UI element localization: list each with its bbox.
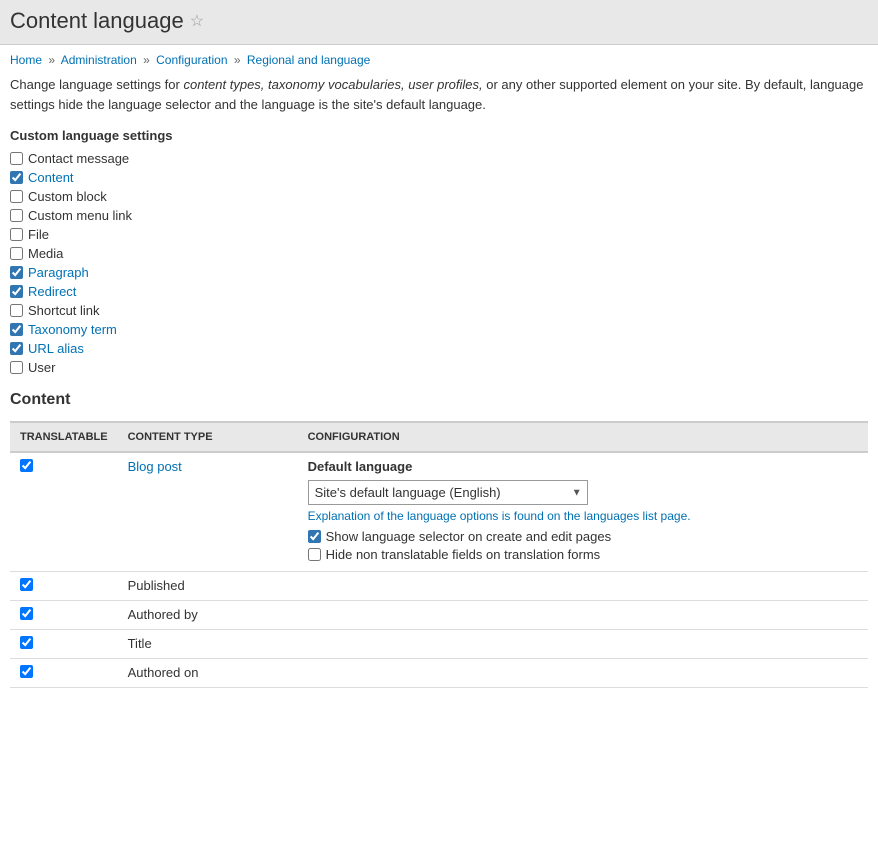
checkbox-paragraph: Paragraph [10, 265, 868, 280]
custom-menu-link-checkbox[interactable] [10, 209, 23, 222]
table-row-title: Title [10, 630, 868, 659]
page-title: Content language ☆ [10, 8, 868, 34]
breadcrumb: Home » Administration » Configuration » … [10, 53, 868, 67]
custom-block-label: Custom block [28, 189, 107, 204]
blog-post-configuration: Default language Site's default language… [298, 452, 868, 572]
taxonomy-term-label: Taxonomy term [28, 322, 117, 337]
checkbox-custom-menu-link: Custom menu link [10, 208, 868, 223]
custom-language-settings: Custom language settings Contact message… [10, 128, 868, 375]
authored-by-translatable-checkbox[interactable] [20, 607, 33, 620]
redirect-label: Redirect [28, 284, 76, 299]
default-language-select-wrapper: Site's default language (English)English… [308, 480, 588, 505]
blog-post-translatable-checkbox[interactable] [20, 459, 33, 472]
checkbox-url-alias: URL alias [10, 341, 868, 356]
checkbox-taxonomy-term: Taxonomy term [10, 322, 868, 337]
default-language-label: Default language [308, 459, 858, 474]
content-label: Content [28, 170, 74, 185]
checkbox-file: File [10, 227, 868, 242]
authored-on-content-type: Authored on [118, 659, 298, 688]
authored-by-configuration [298, 601, 868, 630]
languages-list-link[interactable]: languages list page. [584, 509, 691, 523]
contact-message-checkbox[interactable] [10, 152, 23, 165]
title-translatable [10, 630, 118, 659]
custom-block-checkbox[interactable] [10, 190, 23, 203]
page-description: Change language settings for content typ… [10, 75, 868, 114]
checkbox-custom-block: Custom block [10, 189, 868, 204]
custom-language-heading: Custom language settings [10, 128, 868, 143]
published-translatable [10, 572, 118, 601]
col-header-translatable: TRANSLATABLE [10, 422, 118, 452]
content-table: TRANSLATABLE CONTENT TYPE CONFIGURATION … [10, 421, 868, 688]
user-label: User [28, 360, 55, 375]
favorite-icon[interactable]: ☆ [190, 11, 204, 31]
content-checkbox[interactable] [10, 171, 23, 184]
table-row-published: Published [10, 572, 868, 601]
title-configuration [298, 630, 868, 659]
paragraph-checkbox[interactable] [10, 266, 23, 279]
title-content-type: Title [118, 630, 298, 659]
breadcrumb-home[interactable]: Home [10, 53, 42, 67]
breadcrumb-configuration[interactable]: Configuration [156, 53, 227, 67]
authored-on-translatable-checkbox[interactable] [20, 665, 33, 678]
authored-on-configuration [298, 659, 868, 688]
page-content: Home » Administration » Configuration » … [0, 45, 878, 696]
authored-by-content-type: Authored by [118, 601, 298, 630]
shortcut-link-label: Shortcut link [28, 303, 100, 318]
show-language-selector-checkbox[interactable] [308, 530, 321, 543]
show-language-selector-item: Show language selector on create and edi… [308, 529, 858, 544]
default-language-select[interactable]: Site's default language (English)English… [308, 480, 588, 505]
breadcrumb-regional[interactable]: Regional and language [247, 53, 370, 67]
blog-post-link[interactable]: Blog post [128, 459, 182, 474]
blog-post-translatable [10, 452, 118, 572]
table-row-blog-post: Blog post Default language Site's defaul… [10, 452, 868, 572]
media-label: Media [28, 246, 63, 261]
content-section: Content TRANSLATABLE CONTENT TYPE CONFIG… [10, 391, 868, 688]
contact-message-label: Contact message [28, 151, 129, 166]
checkbox-redirect: Redirect [10, 284, 868, 299]
table-row-authored-by: Authored by [10, 601, 868, 630]
col-header-configuration: CONFIGURATION [298, 422, 868, 452]
checkbox-contact-message: Contact message [10, 151, 868, 166]
checkbox-user: User [10, 360, 868, 375]
title-translatable-checkbox[interactable] [20, 636, 33, 649]
checkbox-content: Content [10, 170, 868, 185]
col-header-content-type: CONTENT TYPE [118, 422, 298, 452]
language-explanation: Explanation of the language options is f… [308, 509, 858, 523]
checkbox-media: Media [10, 246, 868, 261]
user-checkbox[interactable] [10, 361, 23, 374]
breadcrumb-administration[interactable]: Administration [61, 53, 137, 67]
published-configuration [298, 572, 868, 601]
paragraph-label: Paragraph [28, 265, 89, 280]
show-language-selector-label: Show language selector on create and edi… [326, 529, 611, 544]
redirect-checkbox[interactable] [10, 285, 23, 298]
url-alias-label: URL alias [28, 341, 84, 356]
content-section-title: Content [10, 391, 868, 413]
page-header: Content language ☆ [0, 0, 878, 45]
page-title-text: Content language [10, 8, 184, 34]
published-content-type: Published [118, 572, 298, 601]
media-checkbox[interactable] [10, 247, 23, 260]
file-label: File [28, 227, 49, 242]
hide-non-translatable-label: Hide non translatable fields on translat… [326, 547, 601, 562]
checkbox-shortcut-link: Shortcut link [10, 303, 868, 318]
hide-non-translatable-item: Hide non translatable fields on translat… [308, 547, 858, 562]
url-alias-checkbox[interactable] [10, 342, 23, 355]
authored-by-translatable [10, 601, 118, 630]
table-row-authored-on: Authored on [10, 659, 868, 688]
custom-menu-link-label: Custom menu link [28, 208, 132, 223]
taxonomy-term-checkbox[interactable] [10, 323, 23, 336]
shortcut-link-checkbox[interactable] [10, 304, 23, 317]
blog-post-content-type: Blog post [118, 452, 298, 572]
hide-non-translatable-checkbox[interactable] [308, 548, 321, 561]
published-translatable-checkbox[interactable] [20, 578, 33, 591]
authored-on-translatable [10, 659, 118, 688]
file-checkbox[interactable] [10, 228, 23, 241]
